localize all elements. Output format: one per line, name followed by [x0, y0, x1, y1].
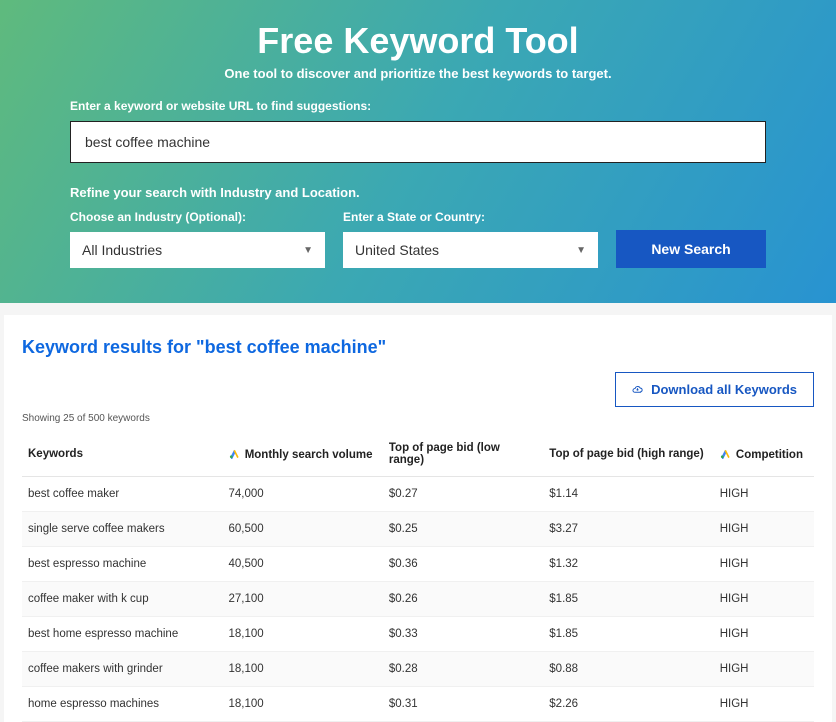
- cloud-download-icon: [632, 382, 645, 397]
- cell-comp: HIGH: [714, 477, 814, 512]
- cell-comp: HIGH: [714, 617, 814, 652]
- cell-kw: best home espresso machine: [22, 617, 223, 652]
- col-competition[interactable]: Competition: [714, 432, 814, 477]
- col-bid-low[interactable]: Top of page bid (low range): [383, 432, 543, 477]
- google-ads-icon: [720, 448, 731, 459]
- cell-vol: 27,100: [223, 582, 383, 617]
- cell-low: $0.25: [383, 512, 543, 547]
- cell-vol: 18,100: [223, 687, 383, 722]
- hero-section: Free Keyword Tool One tool to discover a…: [0, 0, 836, 303]
- industry-select[interactable]: All Industries ▼: [70, 232, 325, 268]
- filters-row: Choose an Industry (Optional): All Indus…: [70, 210, 766, 268]
- cell-vol: 18,100: [223, 617, 383, 652]
- cell-high: $1.85: [543, 582, 713, 617]
- page-title: Free Keyword Tool: [70, 20, 766, 62]
- cell-comp: HIGH: [714, 512, 814, 547]
- cell-comp: HIGH: [714, 582, 814, 617]
- col-keywords[interactable]: Keywords: [22, 432, 223, 477]
- chevron-down-icon: ▼: [576, 245, 586, 256]
- cell-vol: 74,000: [223, 477, 383, 512]
- location-select[interactable]: United States ▼: [343, 232, 598, 268]
- cell-comp: HIGH: [714, 547, 814, 582]
- industry-value: All Industries: [82, 242, 162, 258]
- cell-low: $0.26: [383, 582, 543, 617]
- cell-comp: HIGH: [714, 652, 814, 687]
- cell-vol: 40,500: [223, 547, 383, 582]
- download-button-label: Download all Keywords: [651, 382, 797, 397]
- results-title: Keyword results for "best coffee machine…: [22, 337, 814, 358]
- col-volume[interactable]: Monthly search volume: [223, 432, 383, 477]
- location-label: Enter a State or Country:: [343, 210, 598, 224]
- cell-low: $0.27: [383, 477, 543, 512]
- cell-vol: 60,500: [223, 512, 383, 547]
- table-row: coffee maker with k cup27,100$0.26$1.85H…: [22, 582, 814, 617]
- chevron-down-icon: ▼: [303, 245, 313, 256]
- page-subtitle: One tool to discover and prioritize the …: [70, 66, 766, 81]
- industry-label: Choose an Industry (Optional):: [70, 210, 325, 224]
- cell-low: $0.33: [383, 617, 543, 652]
- cell-kw: best espresso machine: [22, 547, 223, 582]
- cell-high: $3.27: [543, 512, 713, 547]
- cell-kw: coffee makers with grinder: [22, 652, 223, 687]
- cell-low: $0.36: [383, 547, 543, 582]
- results-count: Showing 25 of 500 keywords: [22, 413, 814, 424]
- cell-vol: 18,100: [223, 652, 383, 687]
- table-row: best coffee maker74,000$0.27$1.14HIGH: [22, 477, 814, 512]
- new-search-button[interactable]: New Search: [616, 230, 766, 268]
- location-value: United States: [355, 242, 439, 258]
- cell-high: $1.32: [543, 547, 713, 582]
- table-row: single serve coffee makers60,500$0.25$3.…: [22, 512, 814, 547]
- cell-low: $0.28: [383, 652, 543, 687]
- cell-high: $1.14: [543, 477, 713, 512]
- refine-label: Refine your search with Industry and Loc…: [70, 185, 766, 200]
- cell-high: $0.88: [543, 652, 713, 687]
- keywords-table: Keywords Monthly search volume Top of pa…: [22, 432, 814, 722]
- search-input-label: Enter a keyword or website URL to find s…: [70, 99, 766, 113]
- download-keywords-button[interactable]: Download all Keywords: [615, 372, 814, 407]
- cell-low: $0.31: [383, 687, 543, 722]
- keyword-input[interactable]: [70, 121, 766, 163]
- table-row: home espresso machines18,100$0.31$2.26HI…: [22, 687, 814, 722]
- col-bid-high[interactable]: Top of page bid (high range): [543, 432, 713, 477]
- cell-kw: home espresso machines: [22, 687, 223, 722]
- results-panel: Keyword results for "best coffee machine…: [4, 315, 832, 722]
- table-row: coffee makers with grinder18,100$0.28$0.…: [22, 652, 814, 687]
- cell-kw: best coffee maker: [22, 477, 223, 512]
- cell-high: $1.85: [543, 617, 713, 652]
- google-ads-icon: [229, 448, 240, 459]
- table-row: best home espresso machine18,100$0.33$1.…: [22, 617, 814, 652]
- cell-high: $2.26: [543, 687, 713, 722]
- cell-comp: HIGH: [714, 687, 814, 722]
- table-row: best espresso machine40,500$0.36$1.32HIG…: [22, 547, 814, 582]
- cell-kw: coffee maker with k cup: [22, 582, 223, 617]
- cell-kw: single serve coffee makers: [22, 512, 223, 547]
